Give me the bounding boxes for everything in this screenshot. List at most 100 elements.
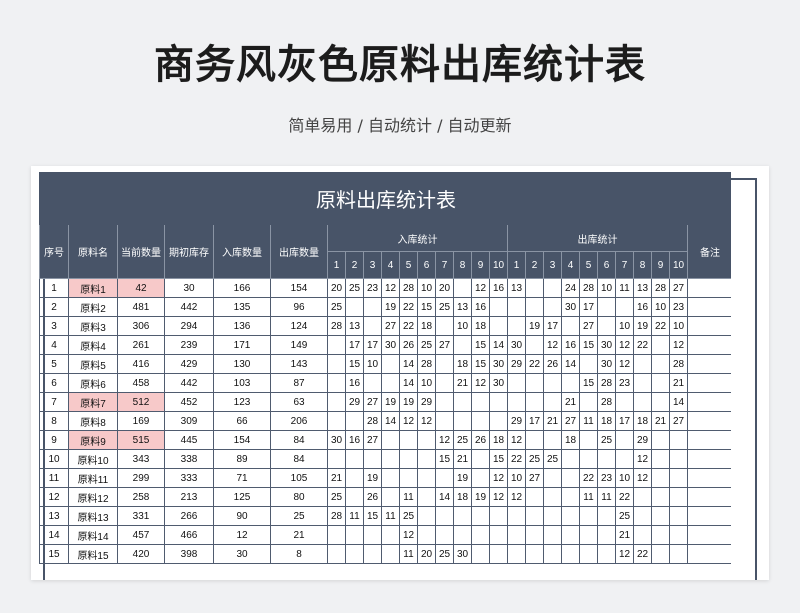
cell-out-day[interactable] [543,487,562,507]
cell-in-day[interactable] [363,316,382,336]
cell-name[interactable]: 原料15 [68,544,118,564]
cell-out-day[interactable] [633,392,652,412]
cell-in-day[interactable] [453,335,472,355]
cell-out-day[interactable] [507,544,526,564]
cell-out-day[interactable] [507,373,526,393]
cell-out-day[interactable] [669,468,688,488]
cell-in-qty[interactable]: 71 [213,468,271,488]
cell-in-day[interactable]: 19 [399,392,418,412]
cell-remark[interactable] [686,354,731,374]
cell-out-day[interactable] [543,506,562,526]
cell-in-day[interactable]: 26 [471,430,490,450]
cell-in-day[interactable]: 30 [327,430,346,450]
cell-in-day[interactable]: 17 [345,335,364,355]
cell-in-day[interactable] [327,449,346,469]
cell-in-day[interactable] [381,525,400,545]
cell-seq[interactable]: 14 [39,525,69,545]
cell-out-day[interactable]: 12 [633,468,652,488]
cell-in-qty[interactable]: 89 [213,449,271,469]
cell-in-day[interactable] [363,544,382,564]
cell-in-day[interactable]: 28 [327,506,346,526]
cell-out-day[interactable] [669,525,688,545]
cell-in-day[interactable] [327,525,346,545]
cell-out-day[interactable] [561,525,580,545]
cell-out-day[interactable] [561,316,580,336]
cell-out-day[interactable]: 30 [597,335,616,355]
cell-out-day[interactable] [561,468,580,488]
cell-in-day[interactable]: 16 [471,297,490,317]
cell-opening[interactable]: 309 [164,411,214,431]
cell-out-day[interactable]: 19 [633,316,652,336]
cell-opening[interactable]: 442 [164,373,214,393]
cell-current[interactable]: 512 [117,392,165,412]
cell-out-day[interactable]: 14 [669,392,688,412]
cell-name[interactable]: 原料2 [68,297,118,317]
cell-in-day[interactable]: 22 [399,316,418,336]
cell-remark[interactable] [686,316,731,336]
cell-in-day[interactable]: 10 [363,354,382,374]
cell-in-day[interactable]: 12 [489,468,508,488]
cell-out-day[interactable]: 28 [669,354,688,374]
cell-out-day[interactable]: 21 [561,392,580,412]
cell-in-day[interactable]: 19 [381,392,400,412]
cell-in-day[interactable] [489,544,508,564]
cell-in-qty[interactable]: 136 [213,316,271,336]
cell-out-day[interactable] [597,525,616,545]
cell-out-day[interactable] [651,487,670,507]
cell-out-day[interactable] [651,525,670,545]
cell-in-day[interactable]: 10 [453,316,472,336]
cell-current[interactable]: 261 [117,335,165,355]
cell-in-day[interactable]: 25 [435,544,454,564]
cell-out-qty[interactable]: 154 [270,278,328,298]
cell-seq[interactable]: 11 [39,468,69,488]
cell-in-day[interactable]: 12 [471,278,490,298]
cell-out-day[interactable]: 17 [615,411,634,431]
cell-current[interactable]: 457 [117,525,165,545]
cell-out-day[interactable]: 21 [669,373,688,393]
cell-out-day[interactable] [561,506,580,526]
cell-out-day[interactable] [543,392,562,412]
cell-in-day[interactable]: 18 [453,354,472,374]
cell-out-day[interactable]: 26 [543,354,562,374]
cell-in-day[interactable]: 30 [489,354,508,374]
cell-out-day[interactable]: 23 [615,373,634,393]
cell-out-day[interactable] [669,544,688,564]
cell-in-day[interactable]: 18 [453,487,472,507]
cell-out-day[interactable]: 14 [561,354,580,374]
cell-in-qty[interactable]: 66 [213,411,271,431]
cell-in-day[interactable] [345,449,364,469]
cell-out-day[interactable] [525,430,544,450]
cell-in-day[interactable]: 15 [417,297,436,317]
cell-out-day[interactable] [507,392,526,412]
cell-in-qty[interactable]: 130 [213,354,271,374]
cell-opening[interactable]: 294 [164,316,214,336]
cell-in-day[interactable]: 28 [399,278,418,298]
cell-in-day[interactable] [381,544,400,564]
cell-in-day[interactable]: 14 [399,354,418,374]
cell-out-qty[interactable]: 105 [270,468,328,488]
cell-in-day[interactable] [417,468,436,488]
cell-out-day[interactable]: 10 [669,316,688,336]
cell-out-day[interactable]: 17 [525,411,544,431]
cell-in-day[interactable]: 15 [363,506,382,526]
cell-out-day[interactable]: 17 [579,297,598,317]
cell-in-day[interactable]: 21 [453,449,472,469]
cell-out-day[interactable]: 25 [543,449,562,469]
cell-in-day[interactable]: 26 [363,487,382,507]
cell-out-day[interactable] [561,373,580,393]
cell-in-day[interactable]: 12 [471,373,490,393]
cell-name[interactable]: 原料10 [68,449,118,469]
cell-out-day[interactable] [651,506,670,526]
cell-out-day[interactable]: 29 [633,430,652,450]
cell-in-day[interactable]: 20 [417,544,436,564]
cell-in-day[interactable]: 14 [489,335,508,355]
cell-in-qty[interactable]: 30 [213,544,271,564]
cell-out-day[interactable]: 12 [507,487,526,507]
cell-in-day[interactable] [471,411,490,431]
cell-out-day[interactable] [543,430,562,450]
cell-opening[interactable]: 445 [164,430,214,450]
cell-in-day[interactable]: 19 [453,468,472,488]
cell-seq[interactable]: 8 [39,411,69,431]
cell-in-day[interactable] [327,335,346,355]
cell-out-day[interactable] [543,544,562,564]
